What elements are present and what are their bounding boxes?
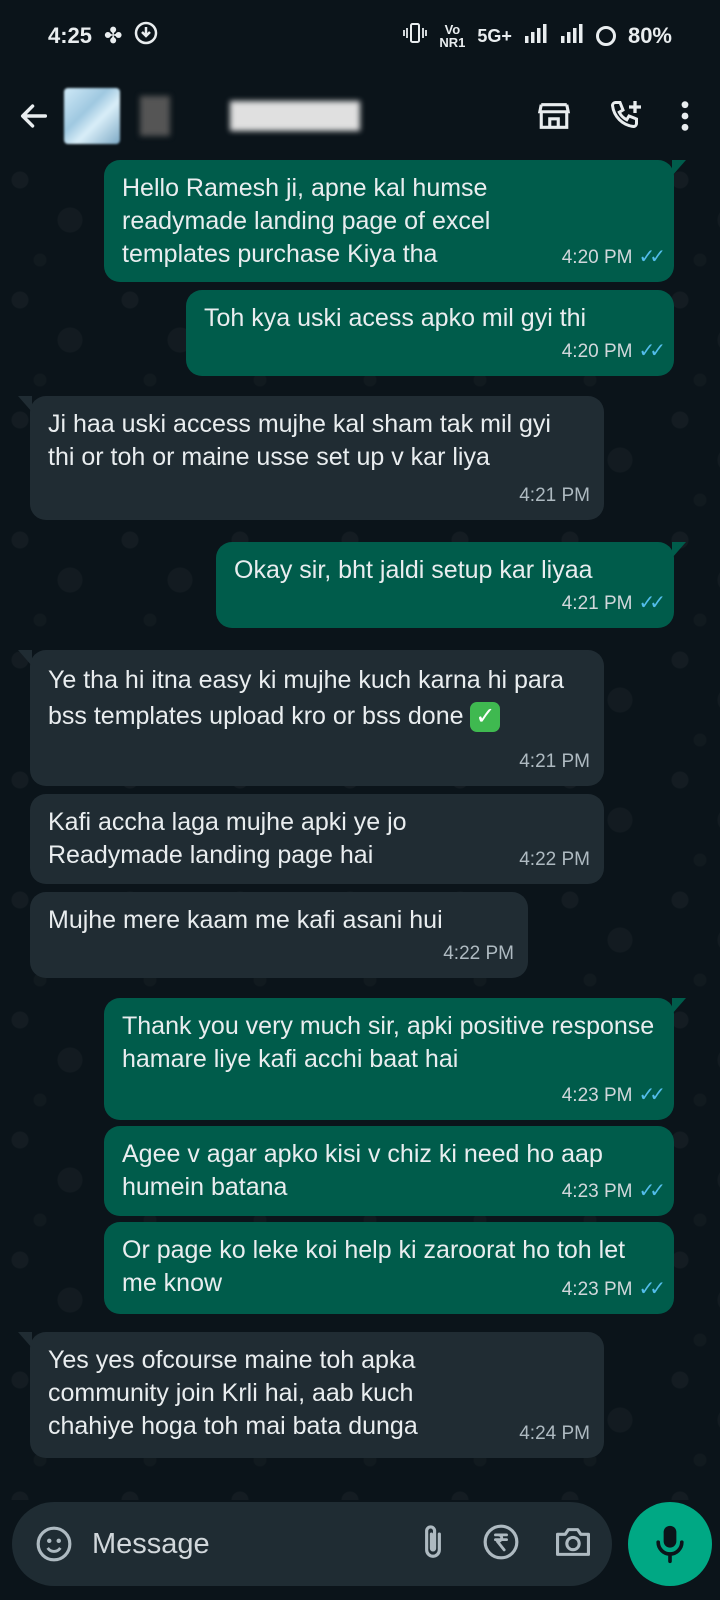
read-receipt-icon: ✓✓ <box>638 246 665 268</box>
store-icon[interactable] <box>536 99 572 133</box>
avatar[interactable] <box>64 88 120 144</box>
pinwheel-icon: ✤ <box>104 23 123 48</box>
battery-icon <box>595 26 616 46</box>
message-bubble-outgoing[interactable]: Okay sir, bht jaldi setup kar liyaa 4:21… <box>216 542 686 628</box>
status-bar: 4:25 ✤ Vo NR1 5G+ 80% <box>0 0 720 72</box>
vibrate-icon <box>403 22 428 50</box>
message-composer <box>12 1502 612 1586</box>
camera-icon[interactable] <box>554 1525 592 1564</box>
redaction-block <box>230 101 360 131</box>
message-bubble-incoming[interactable]: Ye tha hi itna easy ki mujhe kuch karna … <box>18 650 604 786</box>
read-receipt-icon: ✓✓ <box>638 1180 665 1202</box>
message-bubble-incoming[interactable]: Kafi accha laga mujhe apki ye jo Readyma… <box>30 794 604 884</box>
message-list: Hello Ramesh ji, apne kal humse readymad… <box>0 160 720 1480</box>
message-bubble-incoming[interactable]: Mujhe mere kaam me kafi asani hui 4:22 P… <box>30 892 528 978</box>
download-icon <box>134 21 158 51</box>
message-bubble-outgoing[interactable]: Thank you very much sir, apki positive r… <box>104 998 686 1120</box>
message-bubble-outgoing[interactable]: Toh kya uski acess apko mil gyi thi 4:20… <box>186 290 674 376</box>
message-bubble-outgoing[interactable]: Hello Ramesh ji, apne kal humse readymad… <box>104 160 686 282</box>
add-call-icon[interactable] <box>608 98 644 134</box>
attach-icon[interactable] <box>418 1523 448 1566</box>
microphone-icon <box>656 1525 684 1564</box>
voice-record-button[interactable] <box>628 1502 712 1586</box>
contact-name-redacted[interactable] <box>140 86 360 146</box>
rupee-payment-icon[interactable] <box>482 1523 520 1566</box>
read-receipt-icon: ✓✓ <box>638 1084 665 1106</box>
battery-level: 80% <box>627 23 672 48</box>
signal-icon <box>524 22 548 50</box>
message-bubble-outgoing[interactable]: Or page ko leke koi help ki zaroorat ho … <box>104 1222 674 1314</box>
more-options-icon[interactable] <box>680 99 690 133</box>
message-input[interactable] <box>92 1527 352 1561</box>
message-bubble-outgoing[interactable]: Agee v agar apko kisi v chiz ki need ho … <box>104 1126 674 1216</box>
sticker-icon[interactable] <box>34 1524 74 1564</box>
status-time: 4:25 <box>48 23 93 48</box>
volte-indicator: Vo NR1 <box>439 22 466 50</box>
read-receipt-icon: ✓✓ <box>638 1278 665 1300</box>
message-bubble-incoming[interactable]: Yes yes ofcourse maine toh apka communit… <box>18 1332 604 1458</box>
message-bubble-incoming[interactable]: Ji haa uski access mujhe kal sham tak mi… <box>18 396 604 520</box>
chat-header <box>0 72 720 160</box>
network-type: 5G+ <box>477 25 512 46</box>
read-receipt-icon: ✓✓ <box>638 592 665 614</box>
read-receipt-icon: ✓✓ <box>638 340 665 362</box>
back-arrow-icon[interactable] <box>4 72 64 160</box>
signal-icon-2 <box>560 22 584 50</box>
redaction-block <box>140 96 170 136</box>
check-mark-emoji-icon: ✓ <box>470 702 501 733</box>
